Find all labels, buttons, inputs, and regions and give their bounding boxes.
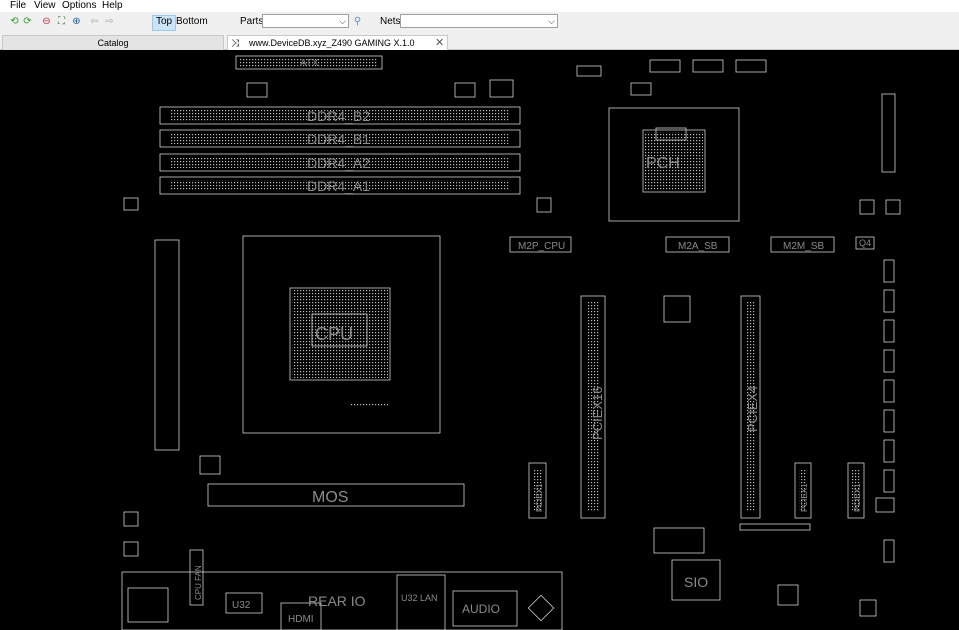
pciex1-b-label: PCIEX1 (800, 483, 809, 512)
audio-label: AUDIO (462, 602, 500, 616)
pciex16-label: PCIEX16 (590, 387, 605, 440)
mos-label: MOS (312, 489, 348, 506)
header-component (883, 319, 895, 343)
menu-file[interactable]: File (10, 0, 26, 12)
tab-boardview[interactable]: ⤨ www.DeviceDB.xyz_Z490 GAMING X.1.0 boa… (227, 35, 448, 63)
menu-view[interactable]: View (34, 0, 56, 12)
header-component (692, 59, 724, 73)
zoom-out-icon[interactable]: ⊖ (41, 16, 52, 27)
fit-screen-icon[interactable]: ⛶ (56, 16, 67, 27)
header-component (739, 523, 811, 531)
chevron-down-icon: ⌵ (339, 16, 346, 26)
ddr4-b1-label: DDR4_B1 (307, 131, 370, 147)
header-component (777, 584, 799, 606)
rotate-left-icon[interactable]: ⟲ (9, 16, 20, 27)
pad-patterns (170, 58, 860, 512)
hdmi-label: HDMI (288, 614, 314, 625)
cpu-fan-label: CPU FAN (194, 565, 203, 600)
menu-bar: File View Options Help (0, 0, 959, 12)
search-filter-icon[interactable]: ⚲ (352, 16, 363, 27)
header-component (454, 82, 476, 98)
u32-label: U32 (232, 600, 251, 611)
forward-arrow-icon[interactable]: ⇨ (104, 16, 115, 27)
header-component (859, 599, 877, 617)
header-component (199, 455, 221, 475)
header-component (663, 295, 691, 323)
pciex1-c-label: PCIEX1 (853, 483, 862, 512)
m2p-cpu-label: M2P_CPU (518, 241, 565, 252)
header-component (883, 259, 895, 283)
tab-bar: Catalog ⤨ www.DeviceDB.xyz_Z490 GAMING X… (0, 34, 959, 63)
ddr4-b2-label: DDR4_B2 (307, 108, 370, 124)
bottom-side-toggle[interactable]: Bottom (173, 15, 211, 29)
header-component (883, 539, 895, 563)
sio-label: SIO (684, 574, 708, 590)
header-component (653, 527, 705, 554)
rear-io-usb-block (127, 587, 169, 623)
header-component (735, 59, 767, 73)
vrm-column-outline (154, 239, 180, 451)
header-component (489, 79, 514, 98)
menu-help[interactable]: Help (102, 0, 123, 12)
u32-lan-label: U32 LAN (401, 593, 438, 603)
pciex1-a-label: PCIEX1 (535, 483, 544, 512)
rear-io-diamond (527, 594, 555, 622)
cpu-label: CPU (315, 324, 353, 344)
header-component (123, 511, 139, 527)
header-component (123, 541, 139, 557)
m2m-sb-label: M2M_SB (783, 241, 824, 252)
header-component (246, 82, 268, 98)
header-component (859, 199, 875, 215)
atx-label: ATX (300, 58, 319, 69)
board-drawing[interactable]: ATX DDR4_B2 DDR4_B1 DDR4_A2 DDR4_A1 PCH … (0, 50, 959, 630)
ddr4-a1-label: DDR4_A1 (307, 178, 370, 194)
header-component (576, 65, 602, 77)
zoom-in-icon[interactable]: ⊕ (71, 16, 82, 27)
ddr4-a2-label: DDR4_A2 (307, 155, 370, 171)
swap-icon[interactable]: ⤨ (231, 36, 239, 51)
header-component (883, 469, 895, 493)
toolbar: ⟲ ⟳ ⊖ ⛶ ⊕ ⇦ ⇨ Top Bottom Parts: ⌵ ⚲ Nets… (0, 12, 959, 34)
menu-options[interactable]: Options (62, 0, 96, 12)
q4-label: Q4 (859, 238, 871, 248)
rear-io-label: REAR IO (308, 593, 366, 609)
header-component (649, 59, 681, 73)
parts-dropdown[interactable]: ⌵ (262, 14, 349, 28)
header-component (885, 199, 901, 215)
header-component (883, 349, 895, 373)
back-arrow-icon[interactable]: ⇦ (89, 16, 100, 27)
tab-catalog[interactable]: Catalog (2, 35, 224, 50)
header-component (630, 82, 652, 96)
close-icon[interactable]: ✕ (435, 36, 444, 51)
board-canvas[interactable]: ATX DDR4_B2 DDR4_B1 DDR4_A2 DDR4_A1 PCH … (0, 50, 959, 630)
m2a-sb-label: M2A_SB (678, 241, 718, 252)
header-component (883, 439, 895, 463)
header-component (875, 497, 895, 513)
pciex4-label: PCIEX4 (745, 386, 760, 432)
chevron-down-icon: ⌵ (548, 16, 555, 26)
right-edge-header (881, 93, 896, 173)
header-component (123, 197, 139, 211)
nets-dropdown[interactable]: ⌵ (400, 14, 558, 28)
header-component (883, 379, 895, 403)
rotate-right-icon[interactable]: ⟳ (22, 16, 33, 27)
pch-label: PCH (646, 155, 680, 172)
header-component (536, 197, 552, 213)
header-component (883, 289, 895, 313)
header-component (883, 409, 895, 433)
